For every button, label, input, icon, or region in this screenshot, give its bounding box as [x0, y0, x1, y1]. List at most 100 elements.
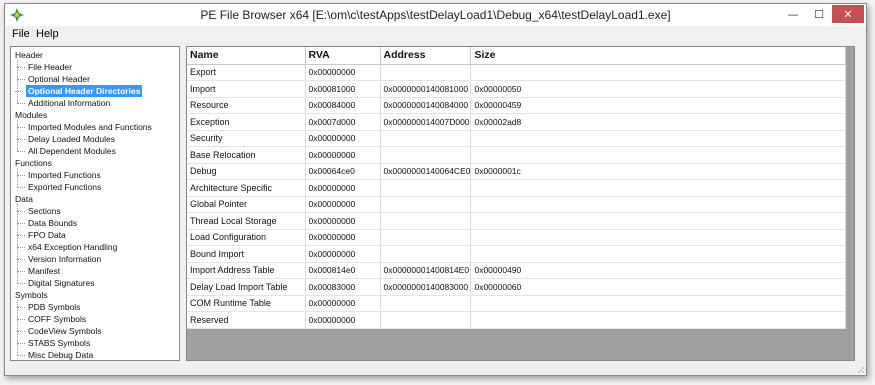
table-row[interactable]: Reserved 0x00000000 [187, 311, 847, 329]
tree-item[interactable]: File Header [17, 61, 72, 73]
table-row[interactable]: Debug 0x00064ce0 0x0000000140064CE0 0x00000… [187, 163, 847, 180]
tree-item[interactable]: Misc Debug Data [16, 349, 93, 360]
table-row[interactable]: Export 0x00000000 [187, 64, 847, 81]
directories-grid[interactable]: Name RVA Address Size Export 0x00000000 Im… [186, 46, 855, 361]
tree-item[interactable]: All Dependent Modules [17, 145, 116, 157]
name-cell: Bound Import [187, 245, 306, 263]
size-cell [470, 196, 847, 213]
size-cell: 0x00000050 [470, 80, 847, 98]
address-cell [380, 64, 472, 81]
table-row[interactable]: Architecture Specific 0x00000000 [187, 179, 847, 197]
size-cell [470, 130, 847, 147]
tree-item[interactable]: Additional Information [16, 97, 110, 109]
rva-cell: 0x00064ce0 [305, 163, 381, 180]
name-cell: Base Relocation [187, 146, 306, 164]
name-cell: Load Configuration [187, 229, 306, 246]
tree-item[interactable]: x64 Exception Handling [16, 241, 117, 253]
column-header-size[interactable]: Size [470, 47, 847, 65]
address-cell [380, 130, 472, 147]
table-row[interactable]: Resource 0x00084000 0x0000000140084000 0x00… [187, 97, 847, 114]
tree-item[interactable]: FPO Data [17, 229, 66, 241]
section-tree[interactable]: Header File Header Optional Header Optional… [10, 46, 180, 361]
column-header-rva[interactable]: RVA [305, 47, 381, 65]
tree-connector [17, 120, 18, 151]
tree-item[interactable]: Imported Modules and Functions [17, 121, 152, 133]
rva-cell: 0x000814e0 [305, 262, 381, 279]
tree-item[interactable]: Version Information [16, 253, 101, 265]
size-cell: 0x00000459 [470, 97, 847, 114]
resize-grip-icon[interactable] [856, 365, 864, 373]
rva-cell: 0x00000000 [305, 295, 381, 312]
tree-item[interactable]: Digital Signatures [17, 277, 95, 289]
tree-item[interactable]: Exported Functions [16, 181, 101, 193]
directories-table: Name RVA Address Size Export 0x00000000 Im… [187, 47, 847, 329]
size-cell: 0x0000001c [470, 163, 847, 180]
maximize-button[interactable]: ☐ [806, 5, 832, 23]
table-row[interactable]: Load Configuration 0x00000000 [187, 229, 847, 246]
tree-item[interactable]: Optional Header Directories [14, 85, 143, 97]
table-row[interactable]: Security 0x00000000 [187, 130, 847, 147]
title-bar[interactable]: PE File Browser x64 [E:\om\c\testApps\te… [5, 4, 866, 26]
size-cell [470, 212, 847, 230]
rva-cell: 0x00081000 [305, 80, 381, 98]
name-cell: Security [187, 130, 306, 147]
address-cell [380, 146, 472, 164]
menu-file[interactable]: File [12, 28, 30, 40]
address-cell: 0x0000000140084000 [380, 97, 472, 114]
column-header-address[interactable]: Address [380, 47, 472, 65]
name-cell: Thread Local Storage [187, 212, 306, 230]
rva-cell: 0x00000000 [305, 311, 381, 329]
size-cell: 0x00000060 [470, 278, 847, 296]
table-row[interactable]: Exception 0x0007d000 0x000000014007D000 0x0… [187, 113, 847, 131]
size-cell [470, 179, 847, 197]
tree-group[interactable]: Header [15, 49, 43, 61]
table-row[interactable]: Delay Load Import Table 0x00083000 0x00000… [187, 278, 847, 296]
rva-cell: 0x00000000 [305, 146, 381, 164]
size-cell [470, 64, 847, 81]
address-cell: 0x0000000140083000 [380, 278, 472, 296]
table-row[interactable]: Base Relocation 0x00000000 [187, 146, 847, 164]
app-window: PE File Browser x64 [E:\om\c\testApps\te… [4, 3, 867, 376]
tree-group[interactable]: Functions [15, 157, 52, 169]
table-row[interactable]: Bound Import 0x00000000 [187, 245, 847, 263]
rva-cell: 0x00084000 [305, 97, 381, 114]
tree-item[interactable]: Imported Functions [17, 169, 101, 181]
tree-group[interactable]: Modules [15, 109, 47, 121]
table-row[interactable]: Thread Local Storage 0x00000000 [187, 212, 847, 230]
rva-cell: 0x00000000 [305, 179, 381, 197]
tree-item[interactable]: COFF Symbols [16, 313, 86, 325]
minimize-button[interactable]: — [780, 5, 806, 23]
tree-item[interactable]: Sections [17, 205, 61, 217]
tree-item[interactable]: Delay Loaded Modules [17, 133, 115, 145]
name-cell: Architecture Specific [187, 179, 306, 197]
table-row[interactable]: COM Runtime Table 0x00000000 [187, 295, 847, 312]
tree-item[interactable]: CodeView Symbols [17, 325, 102, 337]
tree-item[interactable]: STABS Symbols [16, 337, 90, 349]
menu-help[interactable]: Help [36, 28, 59, 40]
tree-item[interactable]: Data Bounds [16, 217, 77, 229]
rva-cell: 0x00083000 [305, 278, 381, 296]
table-row[interactable]: Import 0x00081000 0x0000000140081000 0x0000… [187, 80, 847, 98]
name-cell: Delay Load Import Table [187, 278, 306, 296]
size-cell [470, 245, 847, 263]
rva-cell: 0x00000000 [305, 245, 381, 263]
tree-item[interactable]: Optional Header [17, 73, 90, 85]
size-cell [470, 311, 847, 329]
tree-item[interactable]: Manifest [16, 265, 60, 277]
table-row[interactable]: Import Address Table 0x000814e0 0x00000001… [187, 262, 847, 279]
address-cell [380, 212, 472, 230]
address-cell [380, 196, 472, 213]
address-cell: 0x0000000140064CE0 [380, 163, 472, 180]
tree-group[interactable]: Symbols [15, 289, 48, 301]
table-row[interactable]: Global Pointer 0x00000000 [187, 196, 847, 213]
name-cell: Import [187, 80, 306, 98]
column-header-name[interactable]: Name [187, 47, 306, 65]
rva-cell: 0x0007d000 [305, 113, 381, 131]
tree-item[interactable]: PDB Symbols [16, 301, 80, 313]
main-body: Header File Header Optional Header Optional… [5, 44, 866, 375]
close-button[interactable]: ✕ [832, 5, 864, 23]
rva-cell: 0x00000000 [305, 229, 381, 246]
size-cell [470, 295, 847, 312]
tree-connector [17, 300, 18, 355]
address-cell: 0x00000001400814E0 [380, 262, 472, 279]
